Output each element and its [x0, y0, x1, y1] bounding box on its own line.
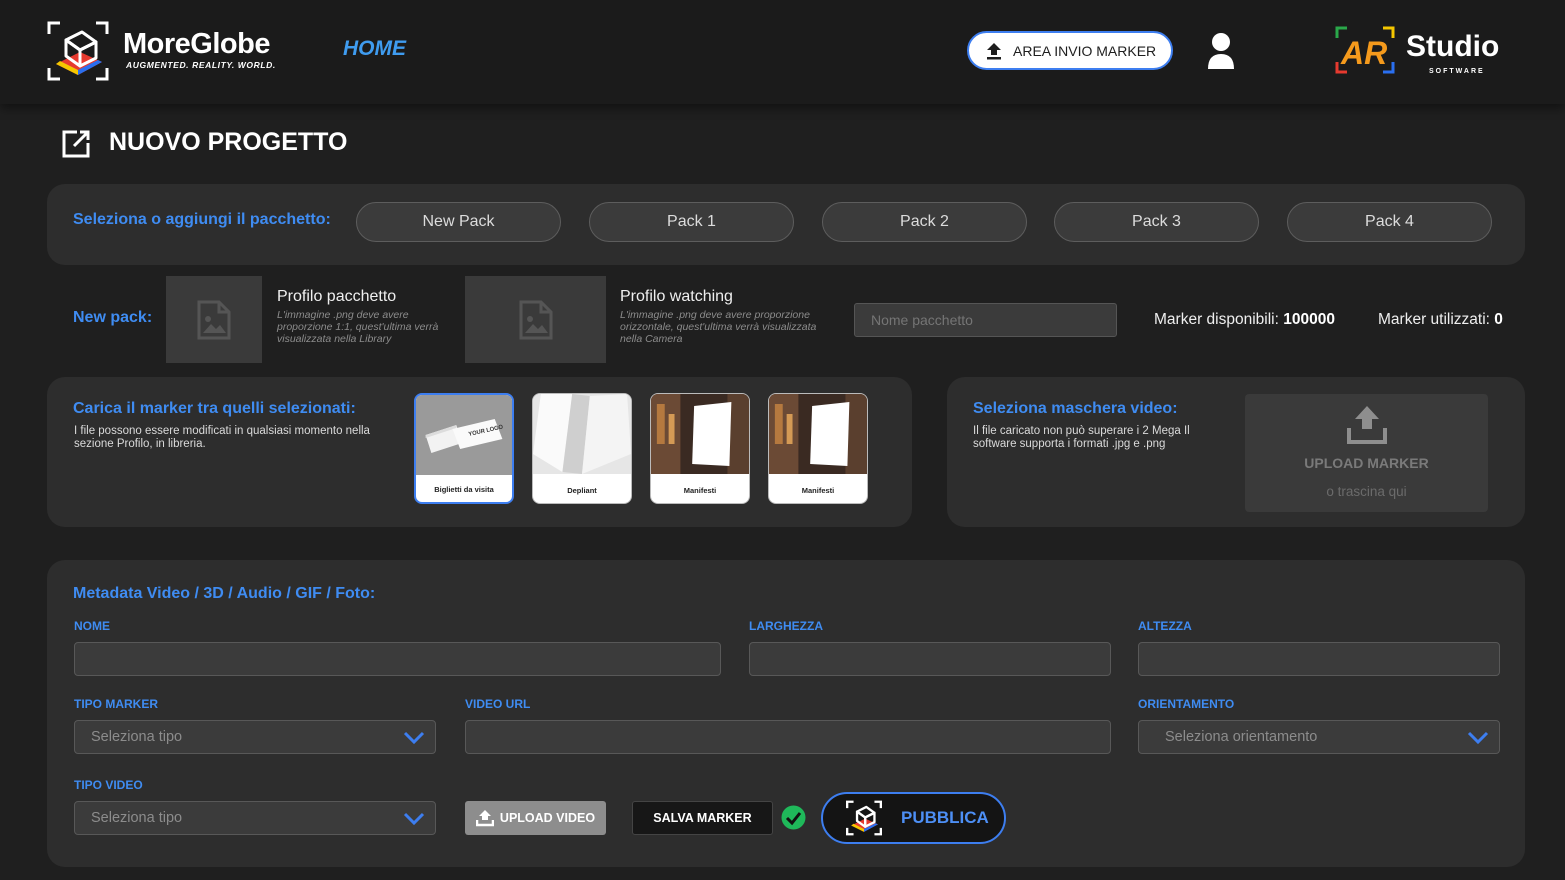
pack-button-3[interactable]: Pack 3: [1054, 202, 1259, 242]
tipo-video-select[interactable]: Seleziona tipo: [74, 801, 436, 835]
poster-image: [769, 394, 867, 474]
pack-name-input[interactable]: [854, 303, 1117, 337]
upload-icon: [987, 42, 1001, 59]
depliant-image: [533, 394, 631, 474]
check-circle-icon: [781, 805, 806, 830]
tipo-marker-placeholder: Seleziona tipo: [91, 729, 183, 745]
image-placeholder-icon: [197, 300, 231, 339]
watching-title: Profilo watching: [620, 288, 733, 305]
moreglobe-logo[interactable]: MoreGlobe AUGMENTED. REALITY. WORLD.: [46, 20, 286, 84]
orientamento-select[interactable]: Seleziona orientamento: [1138, 720, 1500, 754]
cube-logo-icon: [846, 800, 882, 836]
larghezza-input[interactable]: [749, 642, 1111, 676]
poster-image: [651, 394, 749, 474]
tipo-video-placeholder: Seleziona tipo: [91, 810, 183, 826]
watching-image-upload[interactable]: [465, 276, 606, 363]
larghezza-label: LARGHEZZA: [749, 619, 823, 633]
ar-logo-icon: AR: [1335, 26, 1395, 74]
chevron-down-icon: [1467, 731, 1489, 745]
marker-desc: I file possono essere modificati in qual…: [74, 425, 370, 450]
upload-marker-dropzone[interactable]: UPLOAD MARKER o trascina qui: [1245, 394, 1488, 512]
tipo-marker-label: TIPO MARKER: [74, 697, 158, 711]
upload-video-label: UPLOAD VIDEO: [499, 811, 596, 825]
nome-label: NOME: [74, 619, 110, 633]
marker-thumb-manifesti-2[interactable]: Manifesti: [768, 393, 868, 504]
new-pack-label: New pack:: [73, 309, 153, 326]
image-placeholder-icon: [519, 300, 552, 339]
altezza-input[interactable]: [1138, 642, 1500, 676]
salva-marker-button[interactable]: SALVA MARKER: [632, 801, 773, 835]
upload-tray-icon: [1347, 406, 1387, 444]
orientamento-label: ORIENTAMENTO: [1138, 697, 1235, 711]
area-button-label: AREA INVIO MARKER: [1013, 42, 1157, 59]
mask-desc: Il file caricato non può superare i 2 Me…: [973, 425, 1190, 450]
pack-button-2[interactable]: Pack 2: [822, 202, 1027, 242]
marker-thumb-depliant[interactable]: Depliant: [532, 393, 632, 504]
chevron-down-icon: [403, 812, 425, 826]
brand-title: MoreGlobe: [123, 28, 270, 60]
altezza-label: ALTEZZA: [1138, 619, 1192, 633]
marker-thumb-biglietti[interactable]: YOUR LOGO Biglietti da visita: [414, 393, 514, 504]
thumb-label: Depliant: [567, 486, 597, 495]
pubblica-button[interactable]: PUBBLICA: [821, 792, 1006, 844]
nav-home-link[interactable]: HOME: [343, 37, 406, 61]
thumb-label: Manifesti: [683, 486, 717, 495]
area-invio-marker-button[interactable]: AREA INVIO MARKER: [967, 31, 1173, 70]
pack-button-4[interactable]: Pack 4: [1287, 202, 1492, 242]
markers-available: Marker disponibili: 100000: [1154, 311, 1335, 328]
cube-logo-icon: [47, 21, 109, 81]
profile-desc: L'immagine .png deve avere proporzione 1…: [277, 309, 439, 345]
thumb-label: Manifesti: [801, 486, 835, 495]
markers-used: Marker utilizzati: 0: [1378, 311, 1503, 328]
svg-text:AR: AR: [1340, 35, 1387, 71]
pubblica-label: PUBBLICA: [901, 808, 989, 827]
brand-subtitle: AUGMENTED. REALITY. WORLD.: [126, 60, 276, 70]
edit-icon: [62, 130, 90, 158]
tipo-video-label: TIPO VIDEO: [74, 778, 143, 792]
upload-icon: [475, 810, 494, 827]
upload-marker-label: UPLOAD MARKER: [1304, 455, 1429, 471]
metadata-title: Metadata Video / 3D / Audio / GIF / Foto…: [73, 585, 376, 602]
nome-input[interactable]: [74, 642, 721, 676]
orientamento-placeholder: Seleziona orientamento: [1165, 729, 1318, 745]
tipo-marker-select[interactable]: Seleziona tipo: [74, 720, 436, 754]
ar-studio-logo: AR Studio SOFTWARE: [1333, 24, 1523, 78]
user-icon[interactable]: [1205, 32, 1237, 70]
profile-image-upload[interactable]: [166, 276, 262, 363]
top-header: MoreGlobe AUGMENTED. REALITY. WORLD. HOM…: [0, 0, 1565, 104]
marker-thumb-manifesti-1[interactable]: Manifesti: [650, 393, 750, 504]
upload-marker-sub: o trascina qui: [1326, 484, 1407, 499]
business-cards-image: YOUR LOGO: [416, 395, 512, 475]
marker-title: Carica il marker tra quelli selezionati:: [73, 400, 356, 417]
video-url-label: VIDEO URL: [465, 697, 531, 711]
pack-button-new[interactable]: New Pack: [356, 202, 561, 242]
packs-label: Seleziona o aggiungi il pacchetto:: [73, 211, 331, 228]
pack-button-1[interactable]: Pack 1: [589, 202, 794, 242]
mask-title: Seleziona maschera video:: [973, 400, 1178, 417]
profile-title: Profilo pacchetto: [277, 288, 397, 305]
thumb-label: Biglietti da visita: [434, 485, 494, 494]
page-title: NUOVO PROGETTO: [109, 128, 348, 156]
ar-studio-sub: SOFTWARE: [1429, 68, 1485, 75]
ar-studio-word: Studio: [1406, 30, 1500, 63]
chevron-down-icon: [403, 731, 425, 745]
video-url-input[interactable]: [465, 720, 1111, 754]
upload-video-button[interactable]: UPLOAD VIDEO: [465, 801, 606, 835]
watching-desc: L'immagine .png deve avere proporzione o…: [620, 309, 817, 345]
